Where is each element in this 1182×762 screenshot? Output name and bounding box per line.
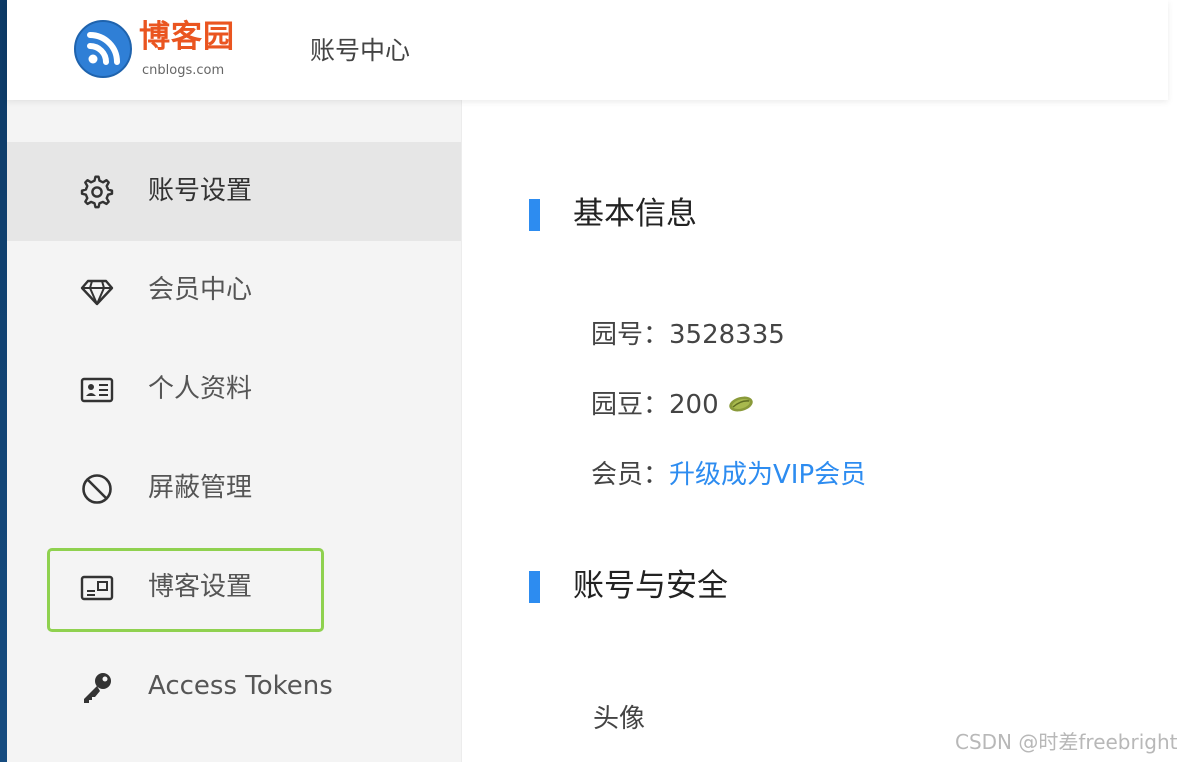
garden-id-row: 园号：3528335 [591, 319, 785, 351]
garden-id-value: 3528335 [669, 320, 785, 350]
top-header: 博客园 cnblogs.com 账号中心 [7, 0, 1168, 100]
cnblogs-logo-icon[interactable] [74, 20, 132, 78]
logo-subtitle: cnblogs.com [142, 63, 225, 78]
sidebar-item-account-settings[interactable]: 账号设置 [7, 142, 461, 241]
bean-icon [728, 396, 753, 411]
window-left-edge [0, 0, 7, 762]
garden-id-label: 园号： [591, 320, 670, 350]
beans-row: 园豆：200 [591, 389, 755, 421]
sidebar-item-membership[interactable]: 会员中心 [7, 241, 461, 340]
upgrade-vip-link[interactable]: 升级成为VIP会员 [669, 460, 866, 490]
sidebar-item-profile[interactable]: 个人资料 [7, 340, 461, 439]
avatar-label: 头像 [593, 704, 646, 734]
csdn-watermark: CSDN @时差freebright [955, 730, 1178, 754]
sidebar-item-label: 账号设置 [148, 176, 253, 206]
sidebar-item-label: 会员中心 [148, 275, 253, 305]
beans-value: 200 [669, 390, 719, 420]
sidebar: 账号设置 会员中心 个人资料 屏蔽管理 博客设置 Access Tokens [7, 100, 462, 762]
id-card-icon [80, 377, 114, 403]
member-label: 会员： [591, 460, 670, 490]
section-title-account-security: 账号与安全 [573, 568, 728, 604]
block-icon [82, 474, 112, 504]
logo-title[interactable]: 博客园 [139, 20, 235, 54]
section-title-basic-info: 基本信息 [573, 196, 697, 232]
sidebar-item-block-management[interactable]: 屏蔽管理 [7, 439, 461, 538]
key-icon [84, 673, 111, 703]
sidebar-item-label: Access Tokens [148, 671, 333, 701]
diamond-icon [80, 279, 114, 306]
section-accent-bar [529, 199, 540, 231]
page-title: 账号中心 [310, 36, 411, 65]
section-accent-bar [529, 571, 540, 603]
beans-label: 园豆： [591, 390, 670, 420]
membership-row: 会员：升级成为VIP会员 [591, 459, 866, 491]
window-right-edge [1168, 0, 1182, 762]
sidebar-item-label: 屏蔽管理 [148, 473, 253, 503]
sidebar-item-label: 个人资料 [148, 374, 253, 404]
highlight-annotation-box [47, 548, 324, 632]
gear-icon [80, 175, 114, 209]
sidebar-item-access-tokens[interactable]: Access Tokens [7, 637, 461, 736]
